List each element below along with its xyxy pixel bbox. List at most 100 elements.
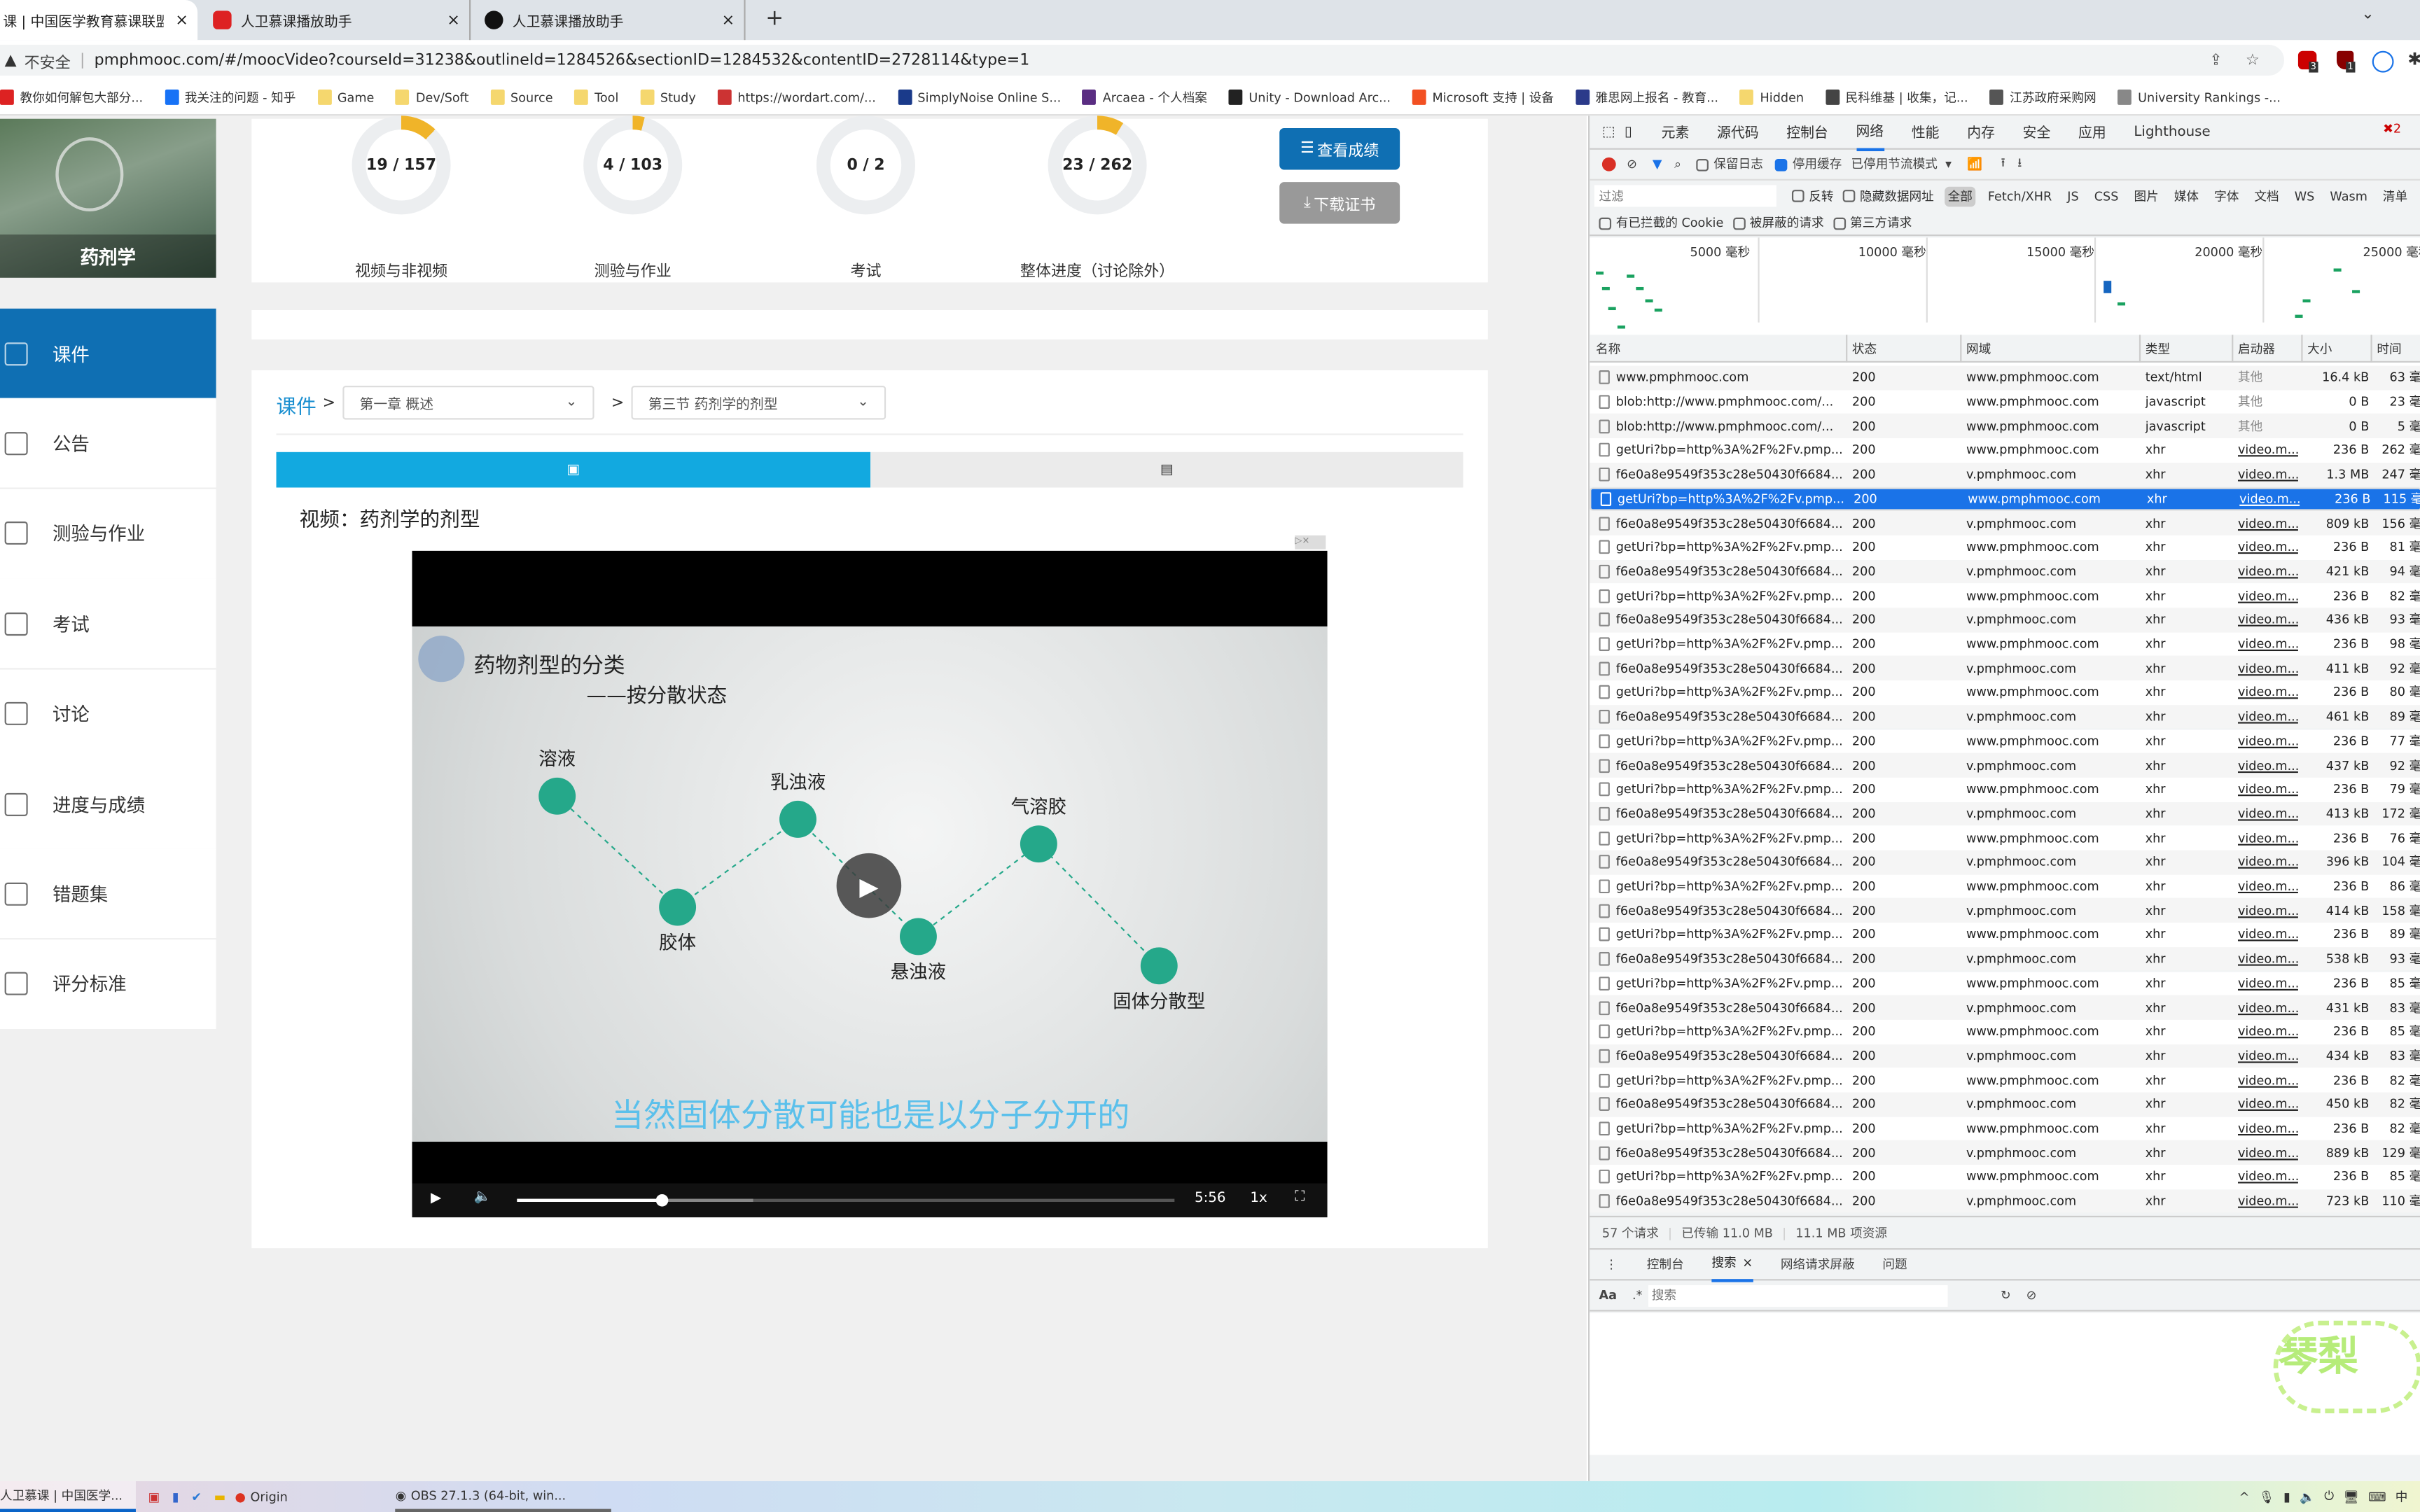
chapter-select[interactable]: 第一章 概述 ⌄ xyxy=(342,386,594,420)
table-row[interactable]: getUri?bp=http%3A%2F%2Fv.pmp... 200 www.pm… xyxy=(1590,777,2420,802)
table-row[interactable]: getUri?bp=http%3A%2F%2Fv.pmp... 200 www.pm… xyxy=(1590,583,2420,608)
table-row[interactable]: f6e0a8e9549f353c28e50430f6684... 200 v.pmp… xyxy=(1590,510,2420,536)
sidebar-item[interactable]: 讨论 xyxy=(0,668,216,760)
bookmark-item[interactable]: 我关注的问题 - 知乎 xyxy=(165,89,295,106)
match-case-button[interactable]: Aa xyxy=(1599,1288,1617,1302)
more-icon[interactable]: ⋮ xyxy=(1605,1257,1618,1271)
table-row[interactable]: getUri?bp=http%3A%2F%2Fv.pmp... 200 www.pm… xyxy=(1590,729,2420,754)
close-tab-icon[interactable]: × xyxy=(175,12,188,29)
table-row[interactable]: getUri?bp=http%3A%2F%2Fv.pmp... 200 www.pm… xyxy=(1590,1068,2420,1093)
import-har-icon[interactable]: ⭱ xyxy=(2001,153,2005,175)
sidebar-item[interactable]: 测验与作业 xyxy=(0,489,216,580)
bookmark-item[interactable]: Tool xyxy=(574,89,618,105)
sidebar-item[interactable]: 错题集 xyxy=(0,849,216,941)
type-filter-1[interactable]: Fetch/XHR xyxy=(1984,188,2054,204)
drawer-tab[interactable]: 控制台 xyxy=(1647,1248,1684,1280)
bookmark-item[interactable]: 江苏政府采购网 xyxy=(1989,89,2096,106)
table-row[interactable]: getUri?bp=http%3A%2F%2Fv.pmp... 200 www.pm… xyxy=(1590,1019,2420,1044)
tab-course[interactable]: 课 | 中国医学教育慕课联盟官× xyxy=(0,0,198,41)
power-icon[interactable]: ⏻ xyxy=(2324,1489,2334,1504)
type-filter-10[interactable]: 清单 xyxy=(2380,186,2411,206)
devtools-tab[interactable]: 控制台 xyxy=(1786,114,1828,150)
blocked-cookies-checkbox[interactable] xyxy=(1599,216,1612,230)
devtools-tab[interactable]: 安全 xyxy=(2023,114,2051,150)
play-overlay-button[interactable]: ▶ xyxy=(836,853,902,918)
table-row[interactable]: f6e0a8e9549f353c28e50430f6684... 200 v.pmp… xyxy=(1590,462,2420,487)
tab-helper-1[interactable]: 人卫慕课播放助手 × xyxy=(207,0,471,41)
export-har-icon[interactable]: ⭳ xyxy=(2017,153,2022,175)
network-icon[interactable]: 🖥 xyxy=(2343,1490,2358,1504)
devtools-tab[interactable]: 应用 xyxy=(2078,114,2106,150)
refresh-icon[interactable]: ↻ xyxy=(2001,1288,2011,1302)
search-icon[interactable]: ⌕ xyxy=(1674,157,1681,172)
search-input[interactable] xyxy=(1648,1284,1948,1306)
volume-icon[interactable]: 🔈 xyxy=(2300,1490,2315,1504)
app-icon[interactable]: ▣ xyxy=(148,1490,160,1504)
ublock-icon[interactable]: 1 xyxy=(2337,50,2356,73)
initiator[interactable]: video.m... xyxy=(2238,758,2298,772)
clear-search-icon[interactable]: ⊘ xyxy=(2026,1288,2037,1302)
microphone-icon[interactable]: 🎙 xyxy=(2259,1490,2274,1504)
table-row[interactable]: getUri?bp=http%3A%2F%2Fv.pmp... 200 www.pm… xyxy=(1590,438,2420,463)
extension-icon[interactable]: 3 xyxy=(2297,50,2318,73)
type-filter-5[interactable]: 媒体 xyxy=(2171,186,2202,206)
app-icon[interactable]: ▮ xyxy=(172,1490,179,1504)
bookmark-item[interactable]: Hidden xyxy=(1739,89,1804,105)
initiator[interactable]: video.m... xyxy=(2238,1194,2298,1208)
bookmark-item[interactable]: Dev/Soft xyxy=(396,89,468,105)
table-row[interactable]: f6e0a8e9549f353c28e50430f6684... 200 v.pmp… xyxy=(1590,704,2420,729)
type-filter-9[interactable]: Wasm xyxy=(2327,188,2370,204)
clear-icon[interactable]: ⊘ xyxy=(1627,158,1637,172)
extensions-icon[interactable]: ✱ xyxy=(2407,50,2420,70)
drawer-tab[interactable]: 问题 xyxy=(1882,1248,1907,1280)
table-row[interactable]: getUri?bp=http%3A%2F%2Fv.pmp... 200 www.pm… xyxy=(1590,486,2420,511)
column-header[interactable]: 时间 xyxy=(2377,341,2401,358)
column-header[interactable]: 网域 xyxy=(1966,341,1991,358)
initiator[interactable]: video.m... xyxy=(2238,1000,2298,1014)
initiator[interactable]: video.m... xyxy=(2238,976,2298,990)
tab-helper-2[interactable]: 人卫慕课播放助手 × xyxy=(478,0,746,41)
error-badge[interactable]: ✖2 xyxy=(2383,122,2401,136)
taskbar-item-obs[interactable]: ◉ OBS 27.1.3 (64-bit, win... xyxy=(395,1481,612,1512)
close-icon[interactable]: × xyxy=(1742,1256,1753,1270)
bookmark-item[interactable]: 教你如何解包大部分... xyxy=(0,89,143,106)
close-tab-icon[interactable]: × xyxy=(447,12,459,29)
disable-cache-checkbox[interactable] xyxy=(1775,158,1788,171)
breadcrumb-root[interactable]: 课件 xyxy=(277,391,317,419)
initiator[interactable]: video.m... xyxy=(2238,516,2298,530)
initiator[interactable]: video.m... xyxy=(2238,783,2298,797)
table-row[interactable]: getUri?bp=http%3A%2F%2Fv.pmp... 200 www.pm… xyxy=(1590,1165,2420,1189)
initiator[interactable]: video.m... xyxy=(2238,1098,2298,1112)
table-row[interactable]: getUri?bp=http%3A%2F%2Fv.pmp... 200 www.pm… xyxy=(1590,1116,2420,1141)
sidebar-item[interactable]: 课件 xyxy=(0,308,216,400)
bookmark-item[interactable]: University Rankings -... xyxy=(2118,89,2281,105)
bookmark-item[interactable]: Arcaea - 个人档案 xyxy=(1083,89,1207,106)
throttle-select[interactable]: 已停用节流模式 ▾ xyxy=(1851,156,1952,173)
chevron-up-icon[interactable]: ^ xyxy=(2239,1490,2250,1504)
devtools-tab[interactable]: Lighthouse xyxy=(2134,116,2210,147)
keyboard-icon[interactable]: ⌨ xyxy=(2368,1490,2386,1504)
bookmark-item[interactable]: 雅思网上报名 - 教育... xyxy=(1575,89,1718,106)
table-row[interactable]: getUri?bp=http%3A%2F%2Fv.pmp... 200 www.pm… xyxy=(1590,535,2420,560)
bookmark-item[interactable]: SimplyNoise Online S... xyxy=(897,89,1061,105)
type-filter-3[interactable]: CSS xyxy=(2091,188,2122,204)
table-row[interactable]: f6e0a8e9549f353c28e50430f6684... 200 v.pmp… xyxy=(1590,656,2420,681)
initiator[interactable]: video.m... xyxy=(2238,468,2298,482)
progress-handle[interactable] xyxy=(655,1194,668,1207)
regex-button[interactable]: .* xyxy=(1632,1288,1642,1302)
initiator[interactable]: video.m... xyxy=(2238,710,2298,724)
blocked-requests-checkbox[interactable] xyxy=(1732,216,1746,230)
table-row[interactable]: f6e0a8e9549f353c28e50430f6684... 200 v.pmp… xyxy=(1590,753,2420,778)
table-row[interactable]: www.pmphmooc.com 200 www.pmphmooc.com text/… xyxy=(1590,365,2420,390)
play-icon[interactable]: ▶ xyxy=(431,1191,441,1207)
view-score-button[interactable]: ☰ 查看成绩 xyxy=(1279,127,1400,170)
ime-indicator[interactable]: 中 xyxy=(2395,1488,2408,1505)
sidebar-item[interactable]: 评分标准 xyxy=(0,939,216,1030)
table-row[interactable]: f6e0a8e9549f353c28e50430f6684... 200 v.pmp… xyxy=(1590,559,2420,584)
initiator[interactable]: video.m... xyxy=(2239,492,2300,506)
bookmark-item[interactable]: Unity - Download Arc... xyxy=(1228,89,1391,105)
initiator[interactable]: video.m... xyxy=(2238,686,2298,700)
initiator[interactable]: video.m... xyxy=(2238,904,2298,918)
document-tab[interactable]: ▤ xyxy=(870,451,1463,488)
initiator[interactable]: video.m... xyxy=(2238,1049,2298,1063)
